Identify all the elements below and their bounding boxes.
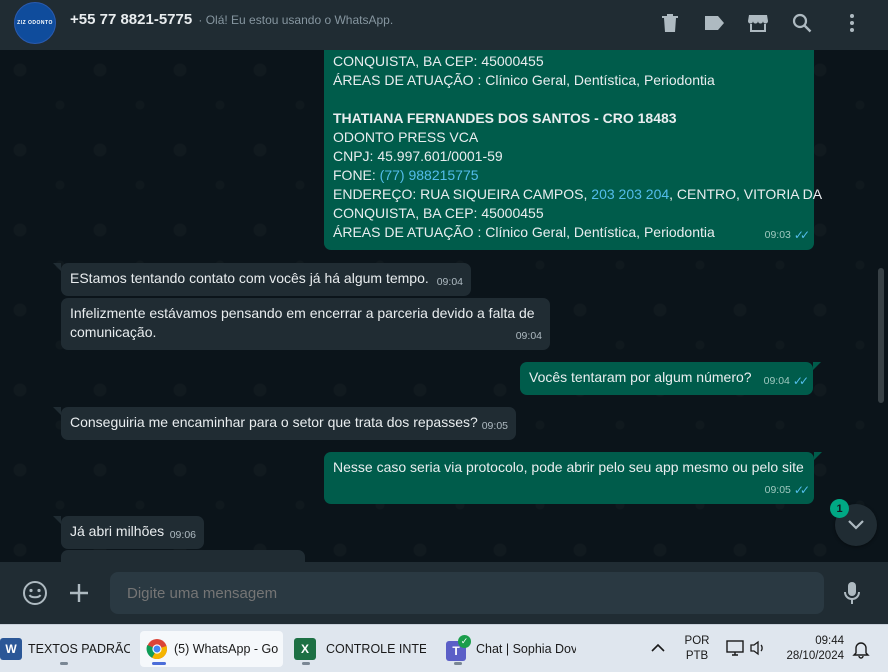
message-composer <box>0 562 888 624</box>
available-status-icon: ✓ <box>458 635 471 648</box>
menu-icon[interactable] <box>840 11 864 35</box>
message-line: comunicação. <box>70 324 157 340</box>
message-line: ENDEREÇO: RUA SIQUEIRA CAMPOS, 203 203 2… <box>333 185 822 204</box>
message-time: 09:05 <box>764 484 791 496</box>
language-indicator[interactable]: POR PTB <box>681 634 713 664</box>
bubble-tail <box>53 407 61 415</box>
message-line: Infelizmente estávamos pensando em encer… <box>70 305 535 321</box>
message-input[interactable] <box>110 572 824 614</box>
bubble-tail <box>53 263 61 271</box>
system-clock[interactable]: 09:44 28/10/2024 <box>778 634 844 664</box>
message-text: EStamos tentando contato com vocês já há… <box>70 270 429 286</box>
message-text: Conseguiria me encaminhar para o setor q… <box>70 414 478 430</box>
store-icon[interactable] <box>746 11 770 35</box>
running-indicator <box>60 662 68 665</box>
message-text: , CENTRO, VITORIA DA <box>669 186 823 202</box>
bubble-tail <box>814 452 822 460</box>
unread-count-badge: 1 <box>830 499 849 518</box>
message-line: FONE: (77) 988215775 <box>333 166 805 185</box>
notification-bell-icon[interactable] <box>852 639 870 664</box>
keyboard-layout-label: PTB <box>685 650 709 662</box>
label-icon[interactable] <box>702 11 726 35</box>
message-meta: 09:05 ✓✓ <box>764 481 810 500</box>
chrome-app-icon <box>146 638 168 660</box>
taskbar-item-chrome[interactable]: (5) WhatsApp - Go <box>140 631 283 667</box>
message-line: ÁREAS DE ATUAÇÃO : Clínico Geral, Dentís… <box>333 72 715 88</box>
message-line: CNPJ: 45.997.601/0001-59 <box>333 148 503 164</box>
message-outgoing[interactable]: Vocês tentaram por algum número? 09:04 ✓✓ <box>520 362 821 395</box>
attach-plus-icon[interactable] <box>65 579 93 607</box>
message-meta: 09:03 ✓✓ <box>764 226 810 245</box>
taskbar-item-excel[interactable]: X CONTROLE INTERN <box>294 631 426 667</box>
message-text: ENDEREÇO: RUA SIQUEIRA CAMPOS, <box>333 186 592 202</box>
word-app-icon: W <box>0 638 22 660</box>
taskbar-item-label: TEXTOS PADRÃO T <box>28 642 130 656</box>
read-ticks-icon: ✓✓ <box>793 483 810 497</box>
excel-app-icon: X <box>294 638 316 660</box>
message-text: FONE: <box>333 167 380 183</box>
message-time: 09:04 <box>515 330 542 342</box>
message-line: THATIANA FERNANDES DOS SANTOS - CRO 1848… <box>333 110 677 126</box>
chevron-up-icon[interactable] <box>651 640 665 658</box>
message-line: ODONTO PRESS VCA <box>333 129 479 145</box>
taskbar-item-label: CONTROLE INTERN <box>326 642 426 656</box>
windows-taskbar: W TEXTOS PADRÃO T (5) WhatsApp - Go X CO… <box>0 624 888 672</box>
contact-avatar[interactable]: ZIZ ODONTO <box>14 2 56 44</box>
bubble-tail <box>53 516 61 524</box>
message-text: Nesse caso seria via protocolo, pode abr… <box>333 459 804 475</box>
avatar-logo-text: ZIZ ODONTO <box>17 20 53 26</box>
running-indicator <box>454 662 462 665</box>
contact-info[interactable]: +55 77 8821-5775 · Olá! Eu estou usando … <box>70 11 393 28</box>
running-indicator <box>302 662 310 665</box>
contact-name: +55 77 8821-5775 <box>70 11 193 28</box>
read-ticks-icon: ✓✓ <box>793 228 810 242</box>
message-meta: 09:04 ✓✓ <box>763 372 809 391</box>
scrollbar[interactable] <box>878 268 884 403</box>
message-incoming[interactable] <box>61 550 305 562</box>
message-time: 09:04 <box>436 276 463 288</box>
network-icon[interactable] <box>725 639 745 662</box>
message-incoming[interactable]: Infelizmente estávamos pensando em encer… <box>61 298 550 350</box>
message-line: CONQUISTA, BA CEP: 45000455 <box>333 53 544 69</box>
taskbar-item-word[interactable]: W TEXTOS PADRÃO T <box>0 631 130 667</box>
taskbar-item-label: Chat | Sophia Dov <box>476 642 576 656</box>
clock-time: 09:44 <box>815 635 844 647</box>
emoji-icon[interactable] <box>21 579 49 607</box>
read-ticks-icon: ✓✓ <box>792 374 809 388</box>
message-list[interactable]: CONQUISTA, BA CEP: 45000455 ÁREAS DE ATU… <box>0 50 888 562</box>
message-incoming[interactable]: EStamos tentando contato com vocês já há… <box>53 263 471 296</box>
message-time: 09:04 <box>763 375 790 387</box>
message-time: 09:06 <box>169 529 196 541</box>
message-incoming[interactable]: Conseguiria me encaminhar para o setor q… <box>53 407 516 440</box>
message-time: 09:03 <box>764 229 791 241</box>
message-outgoing[interactable]: Nesse caso seria via protocolo, pode abr… <box>324 452 822 504</box>
chat-header[interactable]: ZIZ ODONTO +55 77 8821-5775 · Olá! Eu es… <box>0 0 888 50</box>
chevron-down-icon <box>848 520 864 530</box>
delete-icon[interactable] <box>658 11 682 35</box>
search-icon[interactable] <box>790 11 814 35</box>
message-outgoing[interactable]: CONQUISTA, BA CEP: 45000455 ÁREAS DE ATU… <box>324 50 822 250</box>
message-line: CONQUISTA, BA CEP: 45000455 <box>333 205 544 221</box>
contact-status: · Olá! Eu estou usando o WhatsApp. <box>198 13 394 27</box>
taskbar-item-teams[interactable]: T ✓ Chat | Sophia Dov <box>446 631 576 667</box>
phone-link[interactable]: 203 203 204 <box>591 186 669 202</box>
microphone-icon[interactable] <box>838 579 866 607</box>
active-indicator <box>152 662 166 665</box>
message-incoming[interactable]: Já abri milhões 09:06 <box>53 516 204 549</box>
phone-link[interactable]: (77) 988215775 <box>380 167 479 183</box>
clock-date: 28/10/2024 <box>786 650 844 662</box>
bubble-tail <box>813 362 821 370</box>
message-time: 09:05 <box>481 420 508 432</box>
message-line: ÁREAS DE ATUAÇÃO : Clínico Geral, Dentís… <box>333 224 715 240</box>
volume-icon[interactable] <box>749 639 767 662</box>
taskbar-item-label: (5) WhatsApp - Go <box>174 642 279 656</box>
language-label: POR <box>684 635 710 647</box>
teams-app-icon: T ✓ <box>446 635 471 661</box>
